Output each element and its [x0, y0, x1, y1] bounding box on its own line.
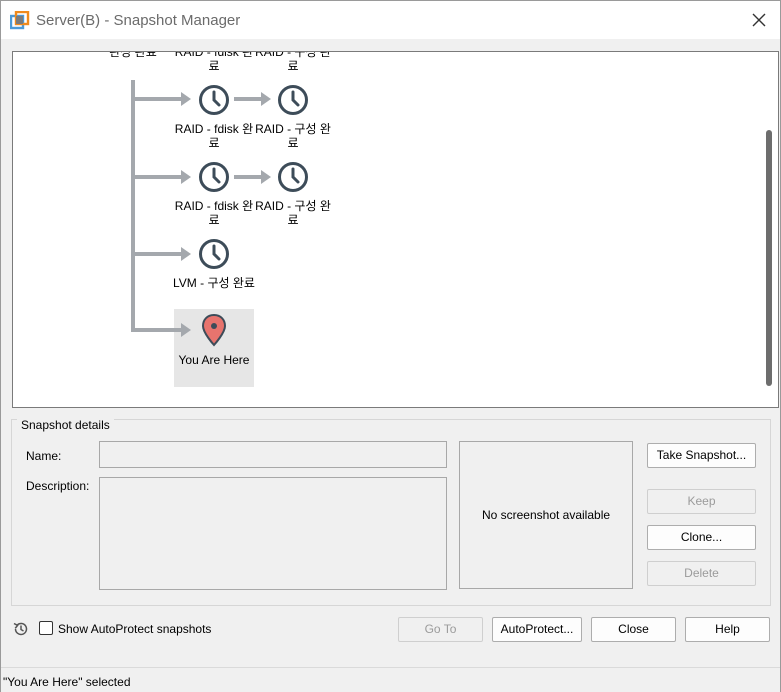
- snapshot-tree-graph: [131, 80, 271, 337]
- screenshot-preview: No screenshot available: [459, 441, 633, 589]
- snapshot-label: RAID - 구성 완료: [255, 199, 331, 227]
- snapshot-label: RAID - 구성 완료: [255, 122, 331, 150]
- description-label: Description:: [26, 479, 90, 493]
- no-screenshot-text: No screenshot available: [481, 508, 611, 522]
- description-field[interactable]: [99, 477, 447, 590]
- delete-button[interactable]: Delete: [647, 561, 756, 586]
- goto-button[interactable]: Go To: [398, 617, 483, 642]
- show-autoprotect-checkbox[interactable]: [39, 621, 53, 635]
- show-autoprotect-label[interactable]: Show AutoProtect snapshots: [58, 622, 211, 636]
- snapshot-label: RAID - fdisk 완료: [174, 199, 254, 227]
- snapshot-label: RAID - fdisk 완료: [174, 51, 254, 73]
- snapshot-label: 완성 완료: [109, 51, 157, 59]
- tree-scrollbar-thumb[interactable]: [766, 130, 772, 386]
- status-bar: "You Are Here" selected: [1, 667, 780, 692]
- clock-icon[interactable]: [198, 161, 230, 193]
- name-field[interactable]: [99, 441, 447, 468]
- keep-button[interactable]: Keep: [647, 489, 756, 514]
- autoprotect-button[interactable]: AutoProtect...: [492, 617, 582, 642]
- title-bar: Server(B) - Snapshot Manager: [1, 1, 780, 39]
- snapshot-details-legend: Snapshot details: [17, 418, 114, 432]
- history-icon: [13, 622, 28, 636]
- window-title: Server(B) - Snapshot Manager: [36, 12, 241, 29]
- close-button[interactable]: Close: [591, 617, 676, 642]
- close-window-icon[interactable]: [748, 9, 770, 31]
- clock-icon[interactable]: [198, 84, 230, 116]
- snapshot-manager-window: Server(B) - Snapshot Manager 완성 완료 RAID …: [0, 0, 781, 692]
- snapshot-label: LVM - 구성 완료: [173, 276, 255, 290]
- help-button[interactable]: Help: [685, 617, 770, 642]
- status-text: "You Are Here" selected: [3, 675, 131, 689]
- take-snapshot-button[interactable]: Take Snapshot...: [647, 443, 756, 468]
- snapshot-label: RAID - 구성 완료: [255, 51, 331, 73]
- clock-icon[interactable]: [198, 238, 230, 270]
- current-state-label: You Are Here: [178, 353, 250, 367]
- snapshot-label: RAID - fdisk 완료: [174, 122, 254, 150]
- clock-icon[interactable]: [277, 161, 309, 193]
- vmware-app-icon: [10, 11, 30, 30]
- clone-button[interactable]: Clone...: [647, 525, 756, 550]
- location-pin-icon[interactable]: [200, 313, 228, 347]
- snapshot-tree-panel[interactable]: 완성 완료 RAID - fdisk 완료 RAID - 구성 완료 RAID …: [12, 51, 779, 408]
- clock-icon[interactable]: [277, 84, 309, 116]
- name-label: Name:: [26, 449, 62, 463]
